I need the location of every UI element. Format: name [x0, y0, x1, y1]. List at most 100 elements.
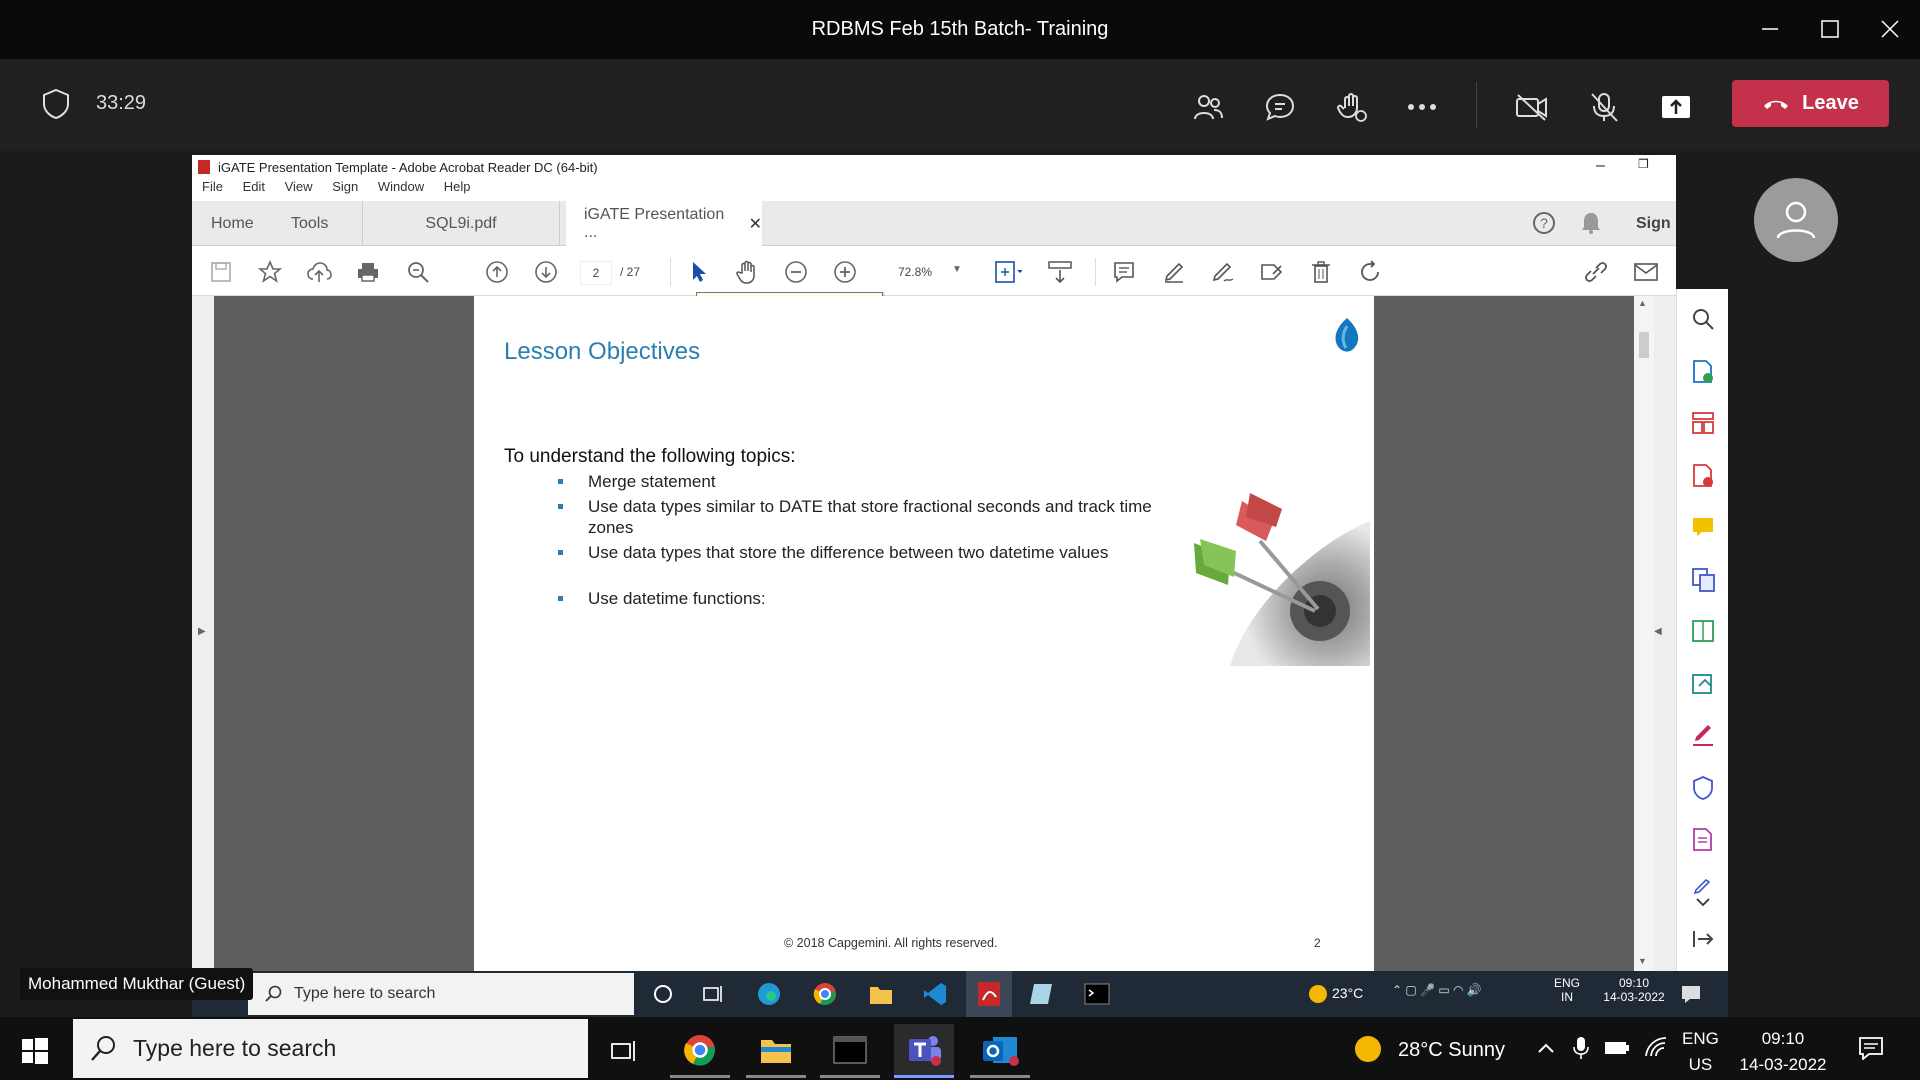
delete-trash-icon[interactable] — [1307, 258, 1335, 286]
wifi-tray-icon[interactable] — [1644, 1036, 1668, 1058]
edit-pdf-icon[interactable] — [1691, 827, 1715, 853]
zoom-in-icon[interactable] — [831, 258, 859, 286]
menu-sign[interactable]: Sign — [332, 179, 358, 194]
hand-tool-icon[interactable] — [733, 258, 761, 286]
inner-tray-icons[interactable]: ⌃ ▢ 🎤 ▭ ◠ 🔊 — [1392, 983, 1482, 997]
inner-clock[interactable]: 09:10 14-03-2022 — [1594, 976, 1674, 1004]
menu-window[interactable]: Window — [378, 179, 424, 194]
share-link-icon[interactable] — [1582, 258, 1610, 286]
inner-edge-icon[interactable] — [756, 981, 782, 1007]
compress-pdf-icon[interactable] — [1691, 619, 1715, 643]
protect-shield-icon[interactable] — [1691, 775, 1715, 801]
tab-sql9i[interactable]: SQL9i.pdf — [362, 201, 560, 246]
clock[interactable]: 09:10 14-03-2022 — [1728, 1026, 1838, 1078]
search-zoom-icon[interactable] — [1691, 307, 1715, 331]
previous-page-icon[interactable] — [483, 258, 511, 286]
tag-edit-icon[interactable] — [1258, 258, 1286, 286]
acrobat-restore-icon[interactable]: ❐ — [1638, 157, 1649, 171]
print-icon[interactable] — [354, 258, 382, 286]
scroll-mode-icon[interactable] — [1046, 258, 1074, 286]
more-tools-icon[interactable] — [1691, 879, 1715, 907]
page-number-input[interactable]: 2 — [580, 261, 612, 285]
export-pdf-icon[interactable] — [1691, 359, 1715, 385]
weather-text[interactable]: 28°C Sunny — [1398, 1039, 1505, 1062]
tab-close-icon[interactable]: ✕ — [749, 214, 762, 234]
expand-left-pane-icon[interactable]: ▶ — [198, 626, 206, 637]
inner-lang-indicator[interactable]: ENG IN — [1554, 976, 1580, 1004]
tab-tools[interactable]: Tools — [291, 201, 328, 246]
windows-start-icon[interactable] — [22, 1038, 48, 1064]
rotate-icon[interactable] — [1356, 258, 1384, 286]
organize-pages-icon[interactable] — [1691, 411, 1715, 435]
inner-app-icon[interactable] — [1028, 982, 1054, 1006]
more-options-button[interactable] — [1400, 85, 1444, 129]
share-screen-button[interactable] — [1654, 85, 1698, 129]
outlook-taskbar-item[interactable] — [970, 1024, 1030, 1078]
inner-task-view-icon[interactable] — [702, 983, 724, 1005]
combine-files-icon[interactable] — [1691, 567, 1717, 593]
create-pdf-icon[interactable] — [1691, 463, 1715, 489]
help-icon[interactable]: ? — [1532, 211, 1556, 235]
tab-home[interactable]: Home — [211, 201, 254, 246]
scroll-up-icon[interactable]: ▲ — [1638, 298, 1647, 308]
save-icon[interactable] — [207, 258, 235, 286]
battery-tray-icon[interactable] — [1604, 1040, 1630, 1056]
bookmark-star-icon[interactable] — [256, 258, 284, 286]
microphone-tray-icon[interactable] — [1572, 1036, 1590, 1060]
tab-igate-presentation[interactable]: iGATE Presentation ... ✕ — [566, 201, 762, 246]
inner-file-explorer-icon[interactable] — [868, 982, 894, 1006]
inner-acrobat-taskbar-item[interactable] — [966, 971, 1012, 1017]
fill-sign-icon[interactable] — [1691, 723, 1715, 747]
send-for-signature-icon[interactable] — [1691, 671, 1717, 697]
upload-cloud-icon[interactable] — [305, 258, 333, 286]
minimize-button[interactable] — [1752, 14, 1788, 44]
menu-view[interactable]: View — [285, 179, 313, 194]
scroll-thumb[interactable] — [1639, 332, 1649, 358]
close-button[interactable] — [1872, 14, 1908, 44]
reactions-button[interactable] — [1330, 85, 1374, 129]
task-view-icon[interactable] — [594, 1024, 654, 1078]
inner-chrome-icon[interactable] — [812, 981, 838, 1007]
inner-notification-icon[interactable] — [1680, 983, 1702, 1005]
collapse-right-pane-icon[interactable]: ◀ — [1654, 626, 1662, 637]
inner-terminal-icon[interactable] — [1084, 982, 1110, 1006]
leave-button[interactable]: Leave — [1732, 80, 1889, 127]
zoom-out-icon[interactable] — [782, 258, 810, 286]
highlight-pen-icon[interactable] — [1160, 258, 1188, 286]
language-indicator[interactable]: ENG US — [1682, 1026, 1719, 1078]
chrome-taskbar-item[interactable] — [670, 1024, 730, 1078]
participants-button[interactable] — [1186, 85, 1230, 129]
maximize-button[interactable] — [1812, 14, 1848, 44]
zoom-level-select[interactable]: 72.8% — [898, 265, 932, 279]
acrobat-minimize-icon[interactable]: – — [1596, 157, 1605, 175]
chat-button[interactable] — [1258, 85, 1302, 129]
show-hidden-icons[interactable] — [1536, 1038, 1556, 1058]
collapse-pane-icon[interactable] — [1691, 929, 1715, 949]
left-navigation-pane[interactable]: ▶ — [192, 296, 214, 971]
sign-in-link[interactable]: Sign — [1636, 201, 1671, 246]
taskbar-search-box[interactable]: Type here to search — [73, 1019, 588, 1078]
zoom-search-icon[interactable] — [404, 258, 432, 286]
scroll-down-icon[interactable]: ▼ — [1638, 956, 1647, 966]
draw-sign-icon[interactable] — [1209, 258, 1237, 286]
terminal-taskbar-item[interactable] — [820, 1024, 880, 1078]
inner-cortana-icon[interactable] — [652, 983, 674, 1005]
vertical-scrollbar[interactable]: ▲ ▼ — [1634, 296, 1654, 971]
comment-icon[interactable] — [1110, 258, 1138, 286]
inner-vscode-icon[interactable] — [922, 981, 948, 1007]
inner-search-box[interactable]: Type here to search — [248, 973, 634, 1015]
zoom-dropdown-icon[interactable]: ▼ — [952, 264, 962, 275]
menu-help[interactable]: Help — [444, 179, 471, 194]
email-icon[interactable] — [1632, 258, 1660, 286]
comment-tool-icon[interactable] — [1691, 515, 1715, 539]
next-page-icon[interactable] — [532, 258, 560, 286]
notification-bell-icon[interactable] — [1580, 211, 1602, 235]
menu-edit[interactable]: Edit — [243, 179, 265, 194]
camera-toggle-button[interactable] — [1510, 85, 1554, 129]
selection-tool-icon[interactable] — [684, 258, 712, 286]
mic-toggle-button[interactable] — [1582, 85, 1626, 129]
notification-center-icon[interactable] — [1858, 1036, 1884, 1060]
file-explorer-taskbar-item[interactable] — [746, 1024, 806, 1078]
fit-page-icon[interactable] — [994, 258, 1022, 286]
menu-file[interactable]: File — [202, 179, 223, 194]
